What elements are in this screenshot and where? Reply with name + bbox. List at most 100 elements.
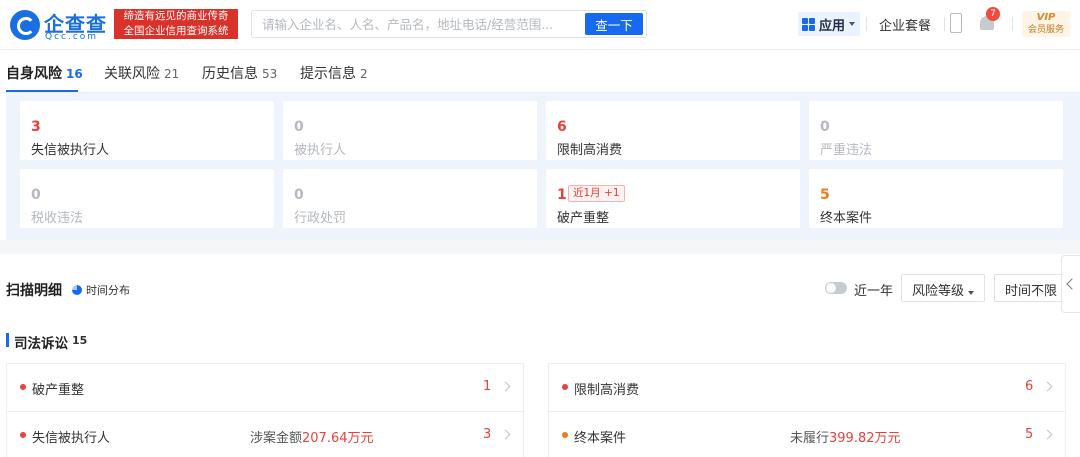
tab-count: 2 (360, 67, 368, 81)
risk-label: 终本案件 (820, 211, 873, 226)
list-item-label: 失信被执行人 (32, 431, 111, 446)
list-item-terminated-cases[interactable]: 终本案件 未履行399.82万元 5 (549, 411, 1065, 457)
mobile-phone-icon[interactable] (950, 13, 962, 33)
risk-count: 0 (820, 119, 830, 135)
amount-value: 207.64万元 (302, 431, 374, 446)
severity-dot (562, 432, 568, 438)
select-value: 时间不限 (1005, 284, 1058, 299)
time-distribution-button[interactable]: 时间分布 (72, 282, 130, 298)
risk-label: 被执行人 (294, 143, 347, 158)
logo-domain: Qcc.com (45, 32, 99, 42)
tab-label: 关联风险 (104, 66, 160, 82)
tab-history-info[interactable]: 历史信息 53 (202, 63, 277, 83)
vip-sublabel: 会员服务 (1027, 25, 1064, 35)
section-accent-bar (6, 333, 9, 347)
apps-grid-icon (802, 17, 815, 31)
tab-label: 历史信息 (202, 66, 258, 82)
logo-mark-icon (10, 10, 40, 40)
chevron-right-icon (500, 429, 511, 440)
tab-label: 提示信息 (300, 66, 356, 82)
risk-count: 0 (294, 187, 304, 203)
tab-notice-info[interactable]: 提示信息 2 (300, 63, 368, 83)
risk-label: 税收违法 (31, 211, 84, 226)
section-separator (0, 240, 1080, 254)
amount-prefix: 未履行 (790, 431, 830, 446)
section-title: 司法诉讼 (14, 336, 68, 352)
judicial-list-right: 限制高消费 6 终本案件 未履行399.82万元 5 (548, 363, 1066, 457)
risk-card-executed[interactable]: 0 被执行人 (283, 101, 537, 160)
chevron-right-icon (1042, 429, 1053, 440)
risk-label: 限制高消费 (557, 143, 623, 158)
active-tab-indicator (6, 90, 78, 92)
risk-count: 6 (557, 119, 567, 135)
chevron-right-icon (1042, 381, 1053, 392)
slogan-line-1: 缔造有远见的商业传奇 (123, 10, 229, 22)
chevron-down-icon (849, 22, 856, 26)
vip-label: VIP (1036, 12, 1056, 23)
risk-count: 1 (557, 187, 567, 203)
tab-label: 自身风险 (6, 66, 62, 82)
slogan-banner: 缔造有远见的商业传奇 全国企业信用查询系统 (114, 9, 238, 39)
risk-label: 行政处罚 (294, 211, 347, 226)
list-item-consumption-limit[interactable]: 限制高消费 6 (549, 364, 1065, 411)
judicial-list-left: 破产重整 1 失信被执行人 涉案金额207.64万元 3 (6, 363, 524, 457)
severity-dot (20, 384, 26, 390)
severity-dot (20, 432, 26, 438)
section-count: 15 (72, 334, 88, 347)
risk-card-serious-violation[interactable]: 0 严重违法 (809, 101, 1063, 160)
risk-card-tax-violation[interactable]: 0 税收违法 (20, 169, 274, 228)
risk-level-select[interactable]: 风险等级 (901, 274, 985, 302)
qcc-logo[interactable]: 企查查 Qcc.com (10, 8, 110, 42)
enterprise-package-link[interactable]: 企业套餐 (879, 15, 931, 34)
chevron-right-icon (500, 381, 511, 392)
risk-card-consumption-limit[interactable]: 6 限制高消费 (546, 101, 800, 160)
search-button[interactable]: 查一下 (585, 13, 643, 35)
severity-dot (562, 384, 568, 390)
pie-chart-icon (72, 285, 82, 295)
tab-count: 21 (164, 67, 180, 81)
list-item-count: 3 (483, 427, 492, 442)
notification-badge: 7 (986, 7, 1000, 21)
risk-count: 3 (31, 119, 41, 135)
risk-count: 0 (294, 119, 304, 135)
list-item-label: 终本案件 (574, 431, 627, 446)
list-item-amount: 未履行399.82万元 (790, 427, 901, 446)
risk-count: 0 (31, 187, 41, 203)
list-item-label: 破产重整 (32, 383, 85, 398)
risk-card-dishonest[interactable]: 3 失信被执行人 (20, 101, 274, 160)
apps-label: 应用 (819, 18, 846, 34)
header-divider (944, 17, 945, 31)
risk-label: 破产重整 (557, 211, 610, 226)
risk-label: 严重违法 (820, 143, 873, 158)
list-item-amount: 涉案金额207.64万元 (250, 427, 374, 446)
risk-count: 5 (820, 187, 830, 203)
collapse-side-panel-handle[interactable] (1061, 255, 1080, 313)
risk-summary-panel: 3 失信被执行人 0 被执行人 6 限制高消费 0 严重违法 0 税收违法 0 … (6, 93, 1080, 240)
tab-own-risk[interactable]: 自身风险 16 (6, 63, 83, 83)
header-divider (1012, 17, 1013, 31)
search-box: 查一下 (251, 10, 647, 38)
vip-service-button[interactable]: VIP 会员服务 (1022, 11, 1070, 37)
risk-tabs: 自身风险 16 关联风险 21 历史信息 53 提示信息 2 (0, 50, 1080, 93)
apps-menu-button[interactable]: 应用 (798, 12, 860, 36)
risk-card-bankruptcy[interactable]: 1 近1月 +1 破产重整 (546, 169, 800, 228)
amount-value: 399.82万元 (829, 431, 901, 446)
header-divider (866, 17, 867, 31)
list-item-bankruptcy[interactable]: 破产重整 1 (7, 364, 523, 411)
list-item-count: 1 (483, 379, 492, 394)
top-header: 企查查 Qcc.com 缔造有远见的商业传奇 全国企业信用查询系统 查一下 应用… (0, 0, 1080, 50)
recent-year-label: 近一年 (854, 284, 894, 299)
recent-change-badge: 近1月 +1 (568, 185, 625, 202)
risk-card-terminated-cases[interactable]: 5 终本案件 (809, 169, 1063, 228)
list-item-count: 6 (1025, 379, 1034, 394)
scan-detail-title: 扫描明细 (6, 283, 62, 299)
recent-year-toggle[interactable] (825, 282, 847, 294)
search-input[interactable] (252, 11, 582, 37)
list-item-dishonest[interactable]: 失信被执行人 涉案金额207.64万元 3 (7, 411, 523, 457)
risk-card-admin-penalty[interactable]: 0 行政处罚 (283, 169, 537, 228)
list-item-count: 5 (1025, 427, 1034, 442)
select-value: 风险等级 (912, 284, 965, 299)
tab-related-risk[interactable]: 关联风险 21 (104, 63, 179, 83)
slogan-line-2: 全国企业信用查询系统 (123, 25, 229, 37)
time-distribution-label: 时间分布 (86, 284, 130, 297)
